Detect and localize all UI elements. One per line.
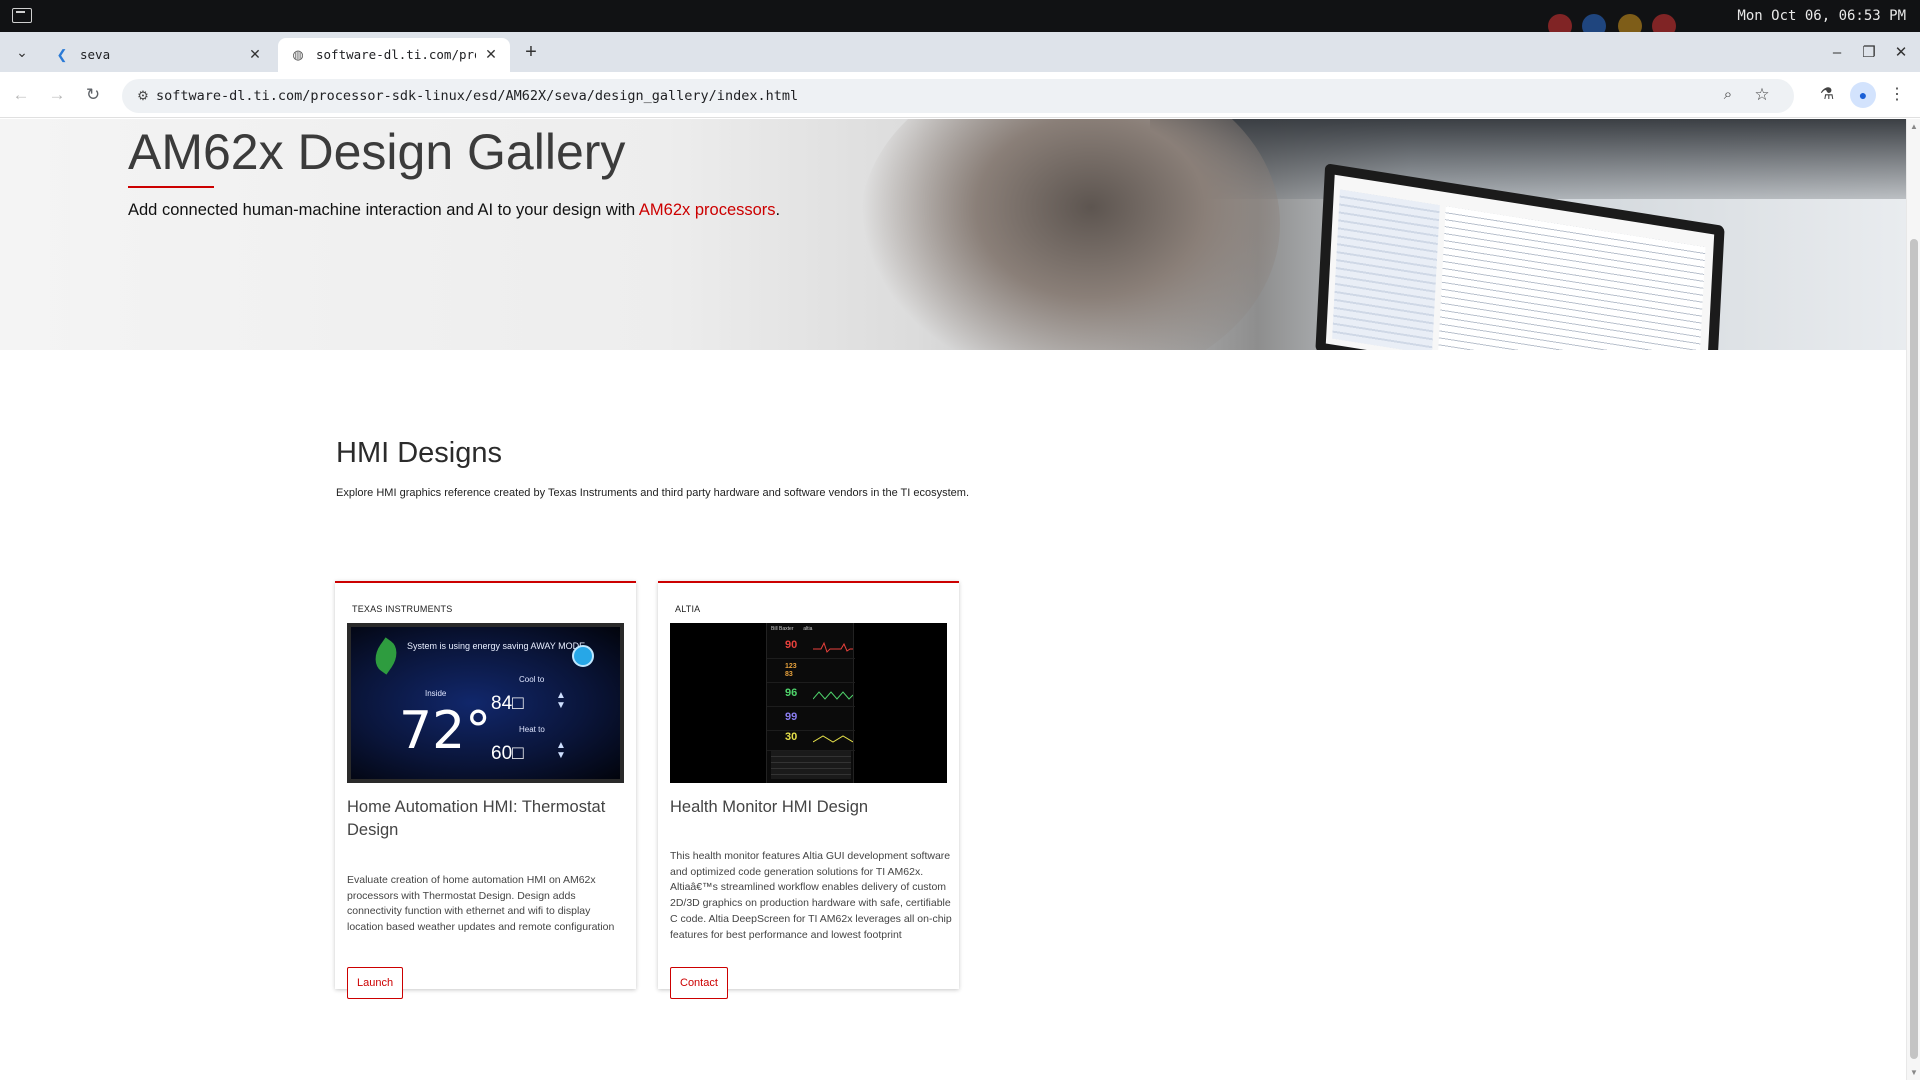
refresh-ring-icon [572,645,594,667]
tab-title: seva [80,47,111,62]
url-text[interactable]: software-dl.ti.com/processor-sdk-linux/e… [156,88,798,104]
heat-updown-icon: ▲ ▼ [556,740,566,761]
vital-value: 123 83 [785,663,797,678]
bookmark-star-icon[interactable]: ☆ [1752,85,1772,105]
hero-banner: AM62x Design Gallery Add connected human… [0,119,1906,350]
contact-button[interactable]: Contact [670,967,728,999]
tab-close-icon[interactable]: ✕ [246,45,264,63]
browser-tab-strip: ⌄ ❮ seva ✕ ◍ software-dl.ti.com/proce ✕ … [0,32,1920,72]
thumb-header: Bill Baxter altia [771,626,812,632]
section-title: HMI Designs [336,437,502,469]
hero-background-person [860,119,1280,350]
thumb-header-right: altia [803,626,813,632]
am62x-processors-link[interactable]: AM62x processors [639,201,776,219]
pleth-wave-icon [813,691,853,700]
vital-row: 90 [767,635,855,659]
vital-row: 96 [767,683,855,707]
tab-seva[interactable]: ❮ seva ✕ [42,38,274,72]
back-arrow-icon[interactable]: ← [8,82,34,108]
title-underline [128,186,214,188]
globe-favicon-icon: ◍ [292,47,304,62]
labs-flask-icon[interactable]: ⚗ [1814,82,1840,108]
thumb-cool-value: 84□ [491,693,524,714]
vital-row: 123 83 [767,659,855,683]
flutter-favicon-icon: ❮ [56,47,68,62]
forward-arrow-icon[interactable]: → [44,82,70,108]
page-scrollbar[interactable]: ▲ ▼ [1906,119,1920,1080]
launch-button[interactable]: Launch [347,967,404,999]
os-clock: Mon Oct 06, 06:53 PM [1737,8,1906,24]
restore-icon[interactable]: ❐ [1856,40,1882,66]
vital-value: 90 [785,639,798,651]
vital-row: 30 [767,727,855,751]
scroll-up-arrow-icon[interactable]: ▲ [1910,122,1918,131]
thermostat-thumbnail: System is using energy saving AWAY MODE … [347,623,624,783]
page-viewport: AM62x Design Gallery Add connected human… [0,119,1906,1080]
scroll-down-arrow-icon[interactable]: ▼ [1910,1068,1918,1077]
menu-kebab-icon[interactable]: ⋮ [1884,82,1910,108]
card-vendor: TEXAS INSTRUMENTS [352,604,453,614]
terminal-icon[interactable] [12,8,32,23]
tab-close-icon[interactable]: ✕ [482,45,500,63]
reload-icon[interactable]: ↻ [80,82,106,108]
vital-value: 30 [785,731,798,743]
site-info-icon[interactable]: ⚙ [134,87,152,105]
card-description: This health monitor features Altia GUI d… [670,850,952,941]
thumb-inside-label: Inside [425,689,447,698]
vital-value: 99 [785,711,798,723]
health-monitor-thumbnail: Bill Baxter altia 90 123 83 96 99 30 [670,623,947,783]
minimize-icon[interactable]: – [1824,40,1850,66]
cool-updown-icon: ▲ ▼ [556,690,566,711]
tab-search-chevron-icon[interactable]: ⌄ [10,40,34,64]
system-tray [1530,6,1676,38]
card-title: Home Automation HMI: Thermostat Design [347,798,606,839]
browser-toolbar: ← → ↻ ⚙ software-dl.ti.com/processor-sdk… [0,72,1920,118]
thumb-cool-label: Cool to [519,675,545,684]
card-vendor: ALTIA [675,604,701,614]
address-bar[interactable]: ⚙ software-dl.ti.com/processor-sdk-linux… [122,79,1794,113]
page-title: AM62x Design Gallery [128,124,626,180]
thumb-data-grid [771,751,851,779]
section-description: Explore HMI graphics reference created b… [336,487,970,499]
card-description: Evaluate creation of home automation HMI… [347,874,615,934]
thumb-heat-value: 60□ [491,743,524,764]
new-tab-plus-icon[interactable]: + [518,40,544,66]
design-card-health-monitor: ALTIA Bill Baxter altia 90 123 83 96 99 [658,581,959,999]
zoom-magnifier-icon[interactable]: ⌕ [1718,86,1738,106]
profile-avatar-icon[interactable]: ● [1850,82,1876,108]
thumb-message: System is using energy saving AWAY MODE [407,641,586,651]
thumb-header-left: Bill Baxter [771,626,794,632]
resp-wave-icon [813,735,853,743]
thumb-heat-label: Heat to [519,725,545,734]
ecg-wave-icon [813,641,853,653]
leaf-icon [368,637,404,675]
window-close-icon[interactable]: ✕ [1888,40,1914,66]
tab-design-gallery[interactable]: ◍ software-dl.ti.com/proce ✕ [278,38,510,72]
thumb-inside-temp: 72° [399,701,492,761]
subtitle-text: Add connected human-machine interaction … [128,201,639,219]
scrollbar-thumb[interactable] [1910,239,1918,1059]
subtitle-period: . [775,201,781,219]
tab-title: software-dl.ti.com/proce [316,47,476,62]
vital-value: 96 [785,687,798,699]
os-top-bar: Mon Oct 06, 06:53 PM [0,0,1920,38]
card-title: Health Monitor HMI Design [670,798,869,816]
hero-subtitle: Add connected human-machine interaction … [128,201,780,220]
design-card-thermostat: TEXAS INSTRUMENTS System is using energy… [335,581,636,999]
